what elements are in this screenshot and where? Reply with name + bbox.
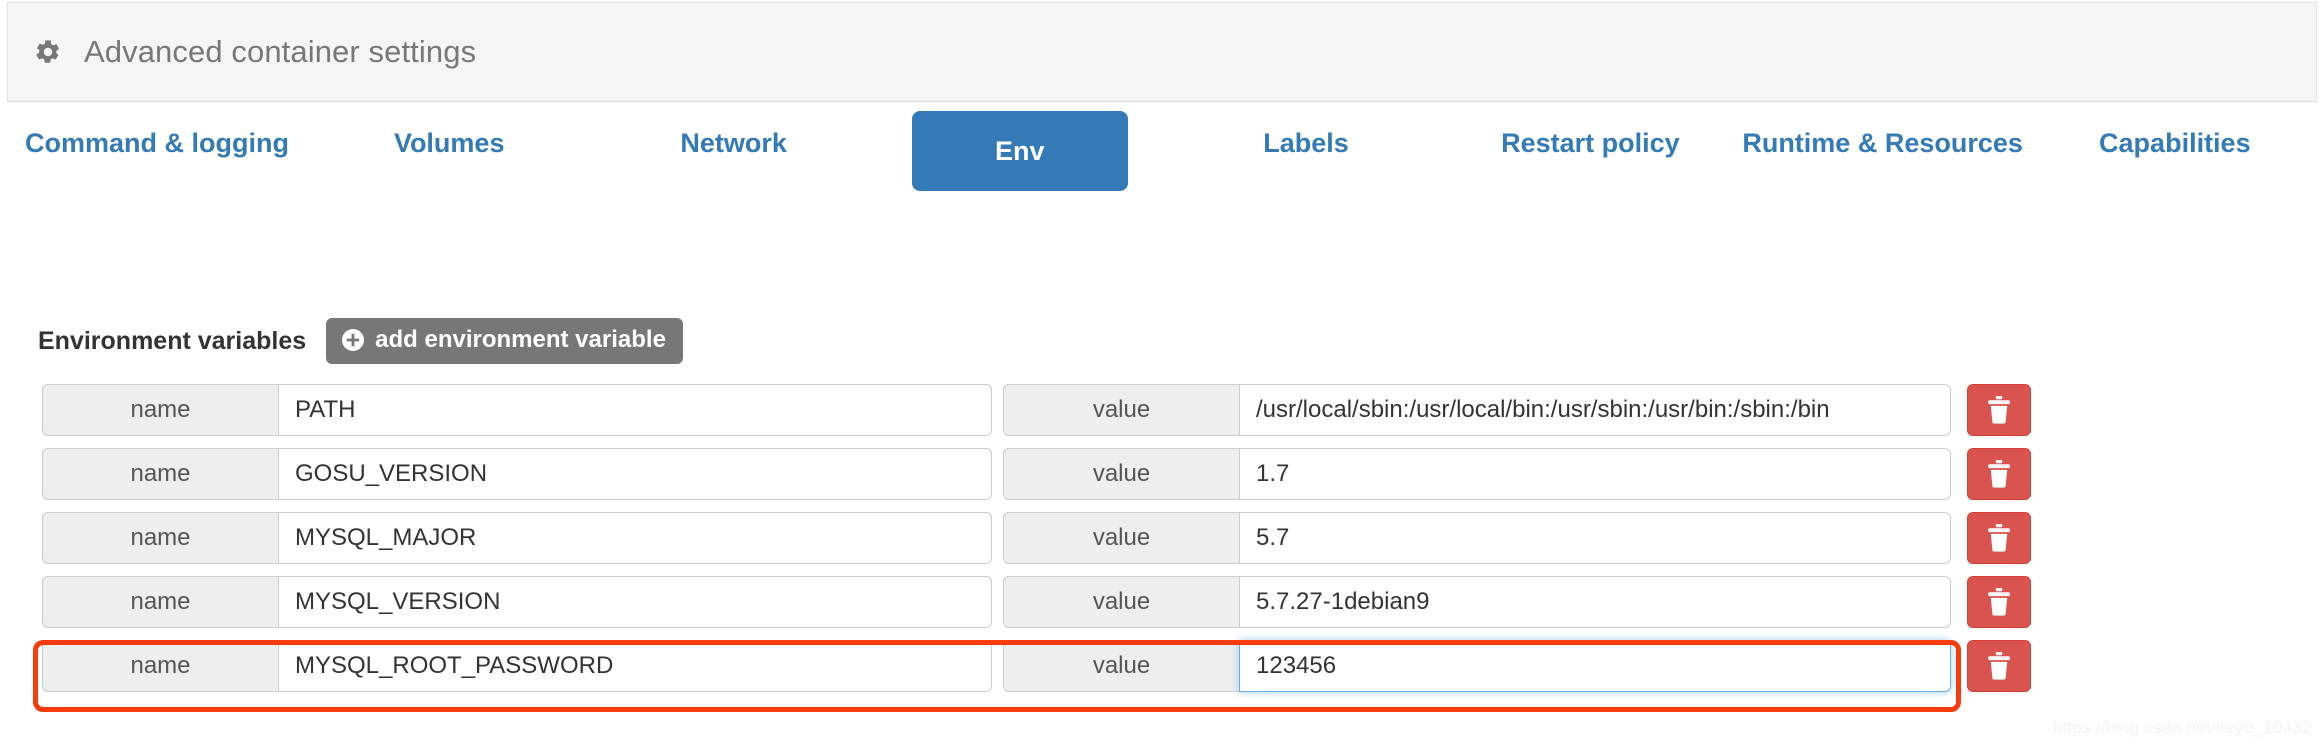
name-addon-label: name [42,576,278,628]
delete-env-variable-button[interactable] [1967,576,2031,628]
env-value-input[interactable]: 5.7.27-1debian9 [1239,576,1951,628]
env-name-input[interactable]: PATH [278,384,992,436]
trash-icon [1988,652,2010,680]
env-value-input-group: value 123456 [1003,640,1951,692]
value-addon-label: value [1003,640,1239,692]
env-name-input-group: name GOSU_VERSION [42,448,992,500]
table-row: name MYSQL_VERSION value 5.7.27-1debian9 [0,570,2324,634]
env-name-value: PATH [295,396,356,423]
value-addon-label: value [1003,512,1239,564]
env-value-input-focused[interactable]: 123456 [1239,640,1951,692]
delete-env-variable-button[interactable] [1967,640,2031,692]
gear-icon [36,40,59,63]
env-value-input-group: value 5.7.27-1debian9 [1003,576,1951,628]
env-value-value: 5.7.27-1debian9 [1256,588,1430,615]
name-addon-label: name [42,640,278,692]
delete-env-variable-button[interactable] [1967,448,2031,500]
env-value-value: /usr/local/sbin:/usr/local/bin:/usr/sbin… [1256,396,1830,423]
table-row: name MYSQL_ROOT_PASSWORD value 123456 [0,634,2324,698]
env-name-input[interactable]: GOSU_VERSION [278,448,992,500]
tab-capabilities[interactable]: Capabilities [2033,111,2317,175]
tab-network[interactable]: Network [591,111,875,175]
tab-volumes[interactable]: Volumes [307,111,591,175]
panel-heading: Advanced container settings [7,2,2317,102]
table-row: name GOSU_VERSION value 1.7 [0,442,2324,506]
tab-labels[interactable]: Labels [1164,111,1448,175]
environment-variables-list: name PATH value /usr/local/sbin:/usr/loc… [0,378,2324,698]
table-row: name PATH value /usr/local/sbin:/usr/loc… [0,378,2324,442]
name-addon-label: name [42,512,278,564]
trash-icon [1988,588,2010,616]
trash-icon [1988,396,2010,424]
tab-restart-policy[interactable]: Restart policy [1448,111,1732,175]
env-value-input[interactable]: /usr/local/sbin:/usr/local/bin:/usr/sbin… [1239,384,1951,436]
settings-tabs: Command & logging Volumes Network Env La… [7,103,2317,223]
value-addon-label: value [1003,576,1239,628]
env-name-input[interactable]: MYSQL_MAJOR [278,512,992,564]
value-addon-label: value [1003,384,1239,436]
plus-circle-icon [342,329,365,351]
advanced-container-settings-panel: Advanced container settings Command & lo… [0,0,2324,752]
env-value-input-group: value /usr/local/sbin:/usr/local/bin:/us… [1003,384,1951,436]
env-name-input-group: name MYSQL_ROOT_PASSWORD [42,640,992,692]
tab-command-logging[interactable]: Command & logging [7,111,307,175]
env-value-input-group: value 1.7 [1003,448,1951,500]
tab-runtime-resources[interactable]: Runtime & Resources [1733,111,2033,175]
env-value-input-group: value 5.7 [1003,512,1951,564]
environment-variables-label: Environment variables [38,326,307,355]
environment-variables-header: Environment variables add environment va… [38,318,683,364]
env-value-value: 5.7 [1256,524,1290,551]
name-addon-label: name [42,448,278,500]
trash-icon [1988,524,2010,552]
env-value-value: 123456 [1256,652,1337,679]
add-environment-variable-label: add environment variable [375,326,666,353]
env-value-value: 1.7 [1256,460,1290,487]
add-environment-variable-button[interactable]: add environment variable [326,318,683,364]
env-name-value: MYSQL_ROOT_PASSWORD [295,652,614,679]
env-name-input-group: name MYSQL_MAJOR [42,512,992,564]
delete-env-variable-button[interactable] [1967,384,2031,436]
tab-env[interactable]: Env [911,111,1128,191]
env-name-input-group: name MYSQL_VERSION [42,576,992,628]
page-title: Advanced container settings [84,34,477,69]
name-addon-label: name [42,384,278,436]
value-addon-label: value [1003,448,1239,500]
env-name-input[interactable]: MYSQL_VERSION [278,576,992,628]
env-name-value: GOSU_VERSION [295,460,488,487]
env-value-input[interactable]: 5.7 [1239,512,1951,564]
env-name-value: MYSQL_VERSION [295,588,501,615]
env-name-value: MYSQL_MAJOR [295,524,477,551]
env-value-input[interactable]: 1.7 [1239,448,1951,500]
watermark: https://blog.csdn.net/iteye_10432 [2052,718,2312,737]
trash-icon [1988,460,2010,488]
delete-env-variable-button[interactable] [1967,512,2031,564]
env-name-input[interactable]: MYSQL_ROOT_PASSWORD [278,640,992,692]
table-row: name MYSQL_MAJOR value 5.7 [0,506,2324,570]
env-name-input-group: name PATH [42,384,992,436]
